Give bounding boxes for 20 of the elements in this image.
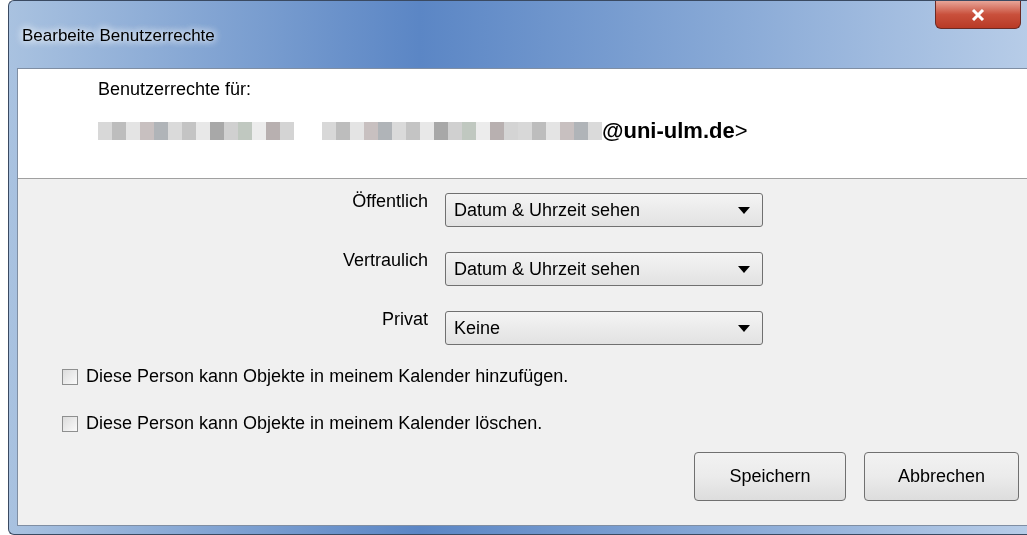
permission-dropdown[interactable]: Keine	[445, 311, 763, 345]
recipient-label: Benutzerrechte für:	[98, 79, 253, 100]
checkbox[interactable]	[62, 415, 78, 432]
permission-dropdown[interactable]: Datum & Uhrzeit sehen	[445, 193, 763, 227]
dropdown-arrow-icon	[738, 324, 750, 332]
close-icon	[971, 8, 985, 21]
dropdown-arrow-icon	[738, 265, 750, 273]
permission-label: Privat	[382, 309, 428, 330]
permission-dropdown[interactable]: Datum & Uhrzeit sehen	[445, 252, 763, 286]
checkbox-label: Diese Person kann Objekte in meinem Kalender löschen.	[86, 413, 543, 434]
permission-label: Öffentlich	[352, 191, 428, 212]
save-button[interactable]: Speichern	[694, 452, 846, 501]
window-title: Bearbeite Benutzerrechte	[22, 26, 215, 46]
cancel-button[interactable]: Abbrechen	[864, 452, 1019, 501]
close-button[interactable]	[935, 1, 1021, 29]
checkbox[interactable]	[62, 368, 78, 385]
email-address: @uni-ulm.de>	[602, 118, 748, 144]
checkbox-label: Diese Person kann Objekte in meinem Kalender hinzufügen.	[86, 366, 569, 387]
permission-label: Vertraulich	[342, 250, 428, 271]
dropdown-arrow-icon	[738, 206, 750, 214]
